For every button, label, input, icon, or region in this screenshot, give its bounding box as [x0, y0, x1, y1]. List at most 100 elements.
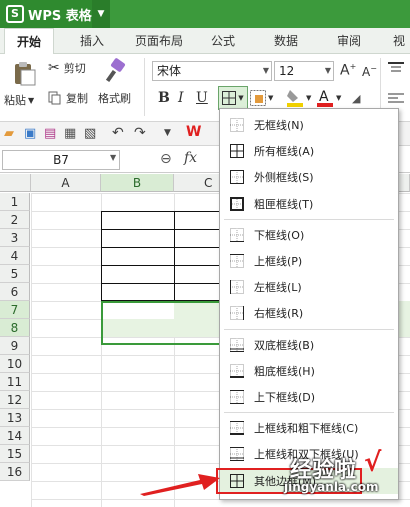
tab-view[interactable]: 视 — [388, 28, 410, 54]
row-header-2[interactable]: 2 — [0, 211, 30, 229]
export-icon[interactable]: ▧ — [84, 126, 96, 141]
top-bottom-border-icon — [230, 390, 244, 404]
paste-label-button[interactable]: 粘贴 ▼ — [4, 92, 34, 108]
print-preview-icon[interactable]: ▤ — [44, 126, 56, 141]
chevron-down-icon: ▼ — [336, 94, 342, 102]
column-header-b[interactable]: B — [101, 174, 174, 192]
italic-button[interactable]: I — [178, 90, 184, 106]
tab-home[interactable]: 开始 — [4, 28, 54, 54]
zoom-icon[interactable]: ⊖ — [160, 151, 172, 167]
underline-button[interactable]: U — [196, 90, 208, 106]
chevron-down-icon: ▼ — [238, 94, 244, 102]
font-color-button[interactable]: A ▼ — [316, 88, 341, 108]
cut-label: 剪切 — [63, 62, 86, 75]
tab-review[interactable]: 审阅 — [326, 28, 372, 54]
column-header-a[interactable]: A — [31, 174, 101, 192]
border-menu-item[interactable]: 粗底框线(H) — [220, 358, 398, 384]
bold-button[interactable]: B — [158, 90, 170, 106]
border-menu-item[interactable]: 左框线(L) — [220, 274, 398, 300]
save-icon[interactable]: ▣ — [24, 126, 36, 141]
left-border-icon — [230, 280, 244, 295]
row-header-7[interactable]: 7 — [0, 301, 30, 319]
cut-button[interactable]: ✂ 剪切 — [48, 60, 86, 76]
fill-color-button[interactable]: ▼ — [286, 88, 311, 108]
border-menu-item[interactable]: 上框线和粗下框线(C) — [220, 415, 398, 441]
menu-separator — [224, 328, 394, 330]
border-menu-item-label: 上下框线(D) — [254, 391, 316, 404]
app-menu-button[interactable]: S WPS 表格 ▼ — [0, 0, 110, 28]
border-menu-item-label: 外侧框线(S) — [254, 171, 314, 185]
border-menu-item[interactable]: 双底框线(B) — [220, 332, 398, 358]
chevron-down-icon[interactable]: ▼ — [110, 153, 116, 162]
font-name-select[interactable]: 宋体 ▼ — [152, 61, 272, 81]
merge-cells-button[interactable]: ▼ — [250, 90, 273, 106]
watermark-check-icon: √ — [364, 448, 382, 478]
border-menu-item[interactable]: 所有框线(A) — [220, 138, 398, 164]
row-header-8[interactable]: 8 — [0, 319, 30, 337]
align-top-button[interactable] — [388, 62, 404, 76]
open-folder-icon[interactable]: ▰ — [4, 126, 14, 141]
paste-button[interactable] — [6, 60, 42, 86]
name-box[interactable]: B7 — [2, 150, 120, 170]
fill-color-icon — [287, 90, 303, 107]
copy-button[interactable]: 复制 — [48, 90, 88, 106]
row-header-13[interactable]: 13 — [0, 409, 30, 427]
row-header-1[interactable]: 1 — [0, 193, 30, 211]
border-menu-item[interactable]: 外侧框线(S) — [220, 164, 398, 190]
border-menu-item[interactable]: 粗匣框线(T) — [220, 191, 398, 217]
border-menu-item[interactable]: 下框线(O) — [220, 222, 398, 248]
all-borders-icon — [222, 91, 237, 105]
row-header-10[interactable]: 10 — [0, 355, 30, 373]
undo-icon[interactable]: ↶ — [112, 125, 124, 141]
tab-formulas[interactable]: 公式 — [200, 28, 246, 54]
align-left-button[interactable] — [388, 92, 404, 106]
increase-font-icon: A+ — [340, 62, 357, 79]
qat-customize-icon[interactable]: ▼ — [164, 128, 171, 138]
border-menu-item[interactable]: 无框线(N) — [220, 112, 398, 138]
paste-icon — [15, 62, 36, 86]
print-icon[interactable]: ▦ — [64, 126, 76, 141]
row-header-9[interactable]: 9 — [0, 337, 30, 355]
format-painter-button[interactable]: 格式刷 — [98, 90, 131, 106]
font-size-select[interactable]: 12 ▼ — [274, 61, 334, 81]
paste-label: 粘贴 — [4, 94, 26, 107]
border-menu-item-label: 无框线(N) — [254, 119, 304, 132]
border-menu-item[interactable]: 上下框线(D) — [220, 384, 398, 410]
fx-button[interactable]: fx — [184, 150, 197, 166]
row-header-3[interactable]: 3 — [0, 229, 30, 247]
menu-separator — [224, 412, 394, 414]
border-menu-item-label: 上框线和粗下框线(C) — [254, 422, 359, 436]
brush-icon — [105, 58, 125, 83]
border-menu-item[interactable]: 右框线(R) — [220, 300, 398, 326]
row-header-5[interactable]: 5 — [0, 265, 30, 283]
row-header-15[interactable]: 15 — [0, 445, 30, 463]
border-menu-item-label: 粗匣框线(T) — [254, 197, 314, 211]
chevron-down-icon: ▼ — [306, 94, 312, 102]
thick-bottom-border-icon — [230, 363, 244, 378]
decrease-font-button[interactable]: A− — [362, 64, 377, 79]
row-header-12[interactable]: 12 — [0, 391, 30, 409]
chevron-down-icon[interactable]: ▼ — [92, 0, 110, 28]
select-all-corner[interactable] — [0, 174, 31, 192]
tab-page-layout[interactable]: 页面布局 — [128, 28, 190, 54]
copy-label: 复制 — [66, 92, 88, 105]
row-header-11[interactable]: 11 — [0, 373, 30, 391]
align-top-icon — [388, 62, 404, 72]
ribbon-divider — [144, 58, 145, 116]
row-header-14[interactable]: 14 — [0, 427, 30, 445]
redo-icon[interactable]: ↷ — [134, 125, 146, 141]
row-header-4[interactable]: 4 — [0, 247, 30, 265]
chevron-down-icon: ▼ — [28, 95, 35, 105]
tab-data[interactable]: 数据 — [262, 28, 310, 54]
border-menu-item[interactable]: 上框线(P) — [220, 248, 398, 274]
row-header-16[interactable]: 16 — [0, 463, 30, 481]
row-header-6[interactable]: 6 — [0, 283, 30, 301]
increase-font-button[interactable]: A+ — [340, 62, 356, 79]
ribbon-tab-bar: 开始 插入 页面布局 公式 数据 审阅 视 — [0, 28, 410, 54]
font-settings-launcher[interactable]: ◢ — [352, 92, 360, 105]
decrease-font-icon: A− — [362, 64, 377, 79]
thick-box-border-icon — [230, 196, 244, 211]
format-painter-icon[interactable] — [104, 58, 128, 84]
borders-button[interactable]: ▼ — [218, 86, 248, 110]
tab-insert[interactable]: 插入 — [68, 28, 116, 54]
